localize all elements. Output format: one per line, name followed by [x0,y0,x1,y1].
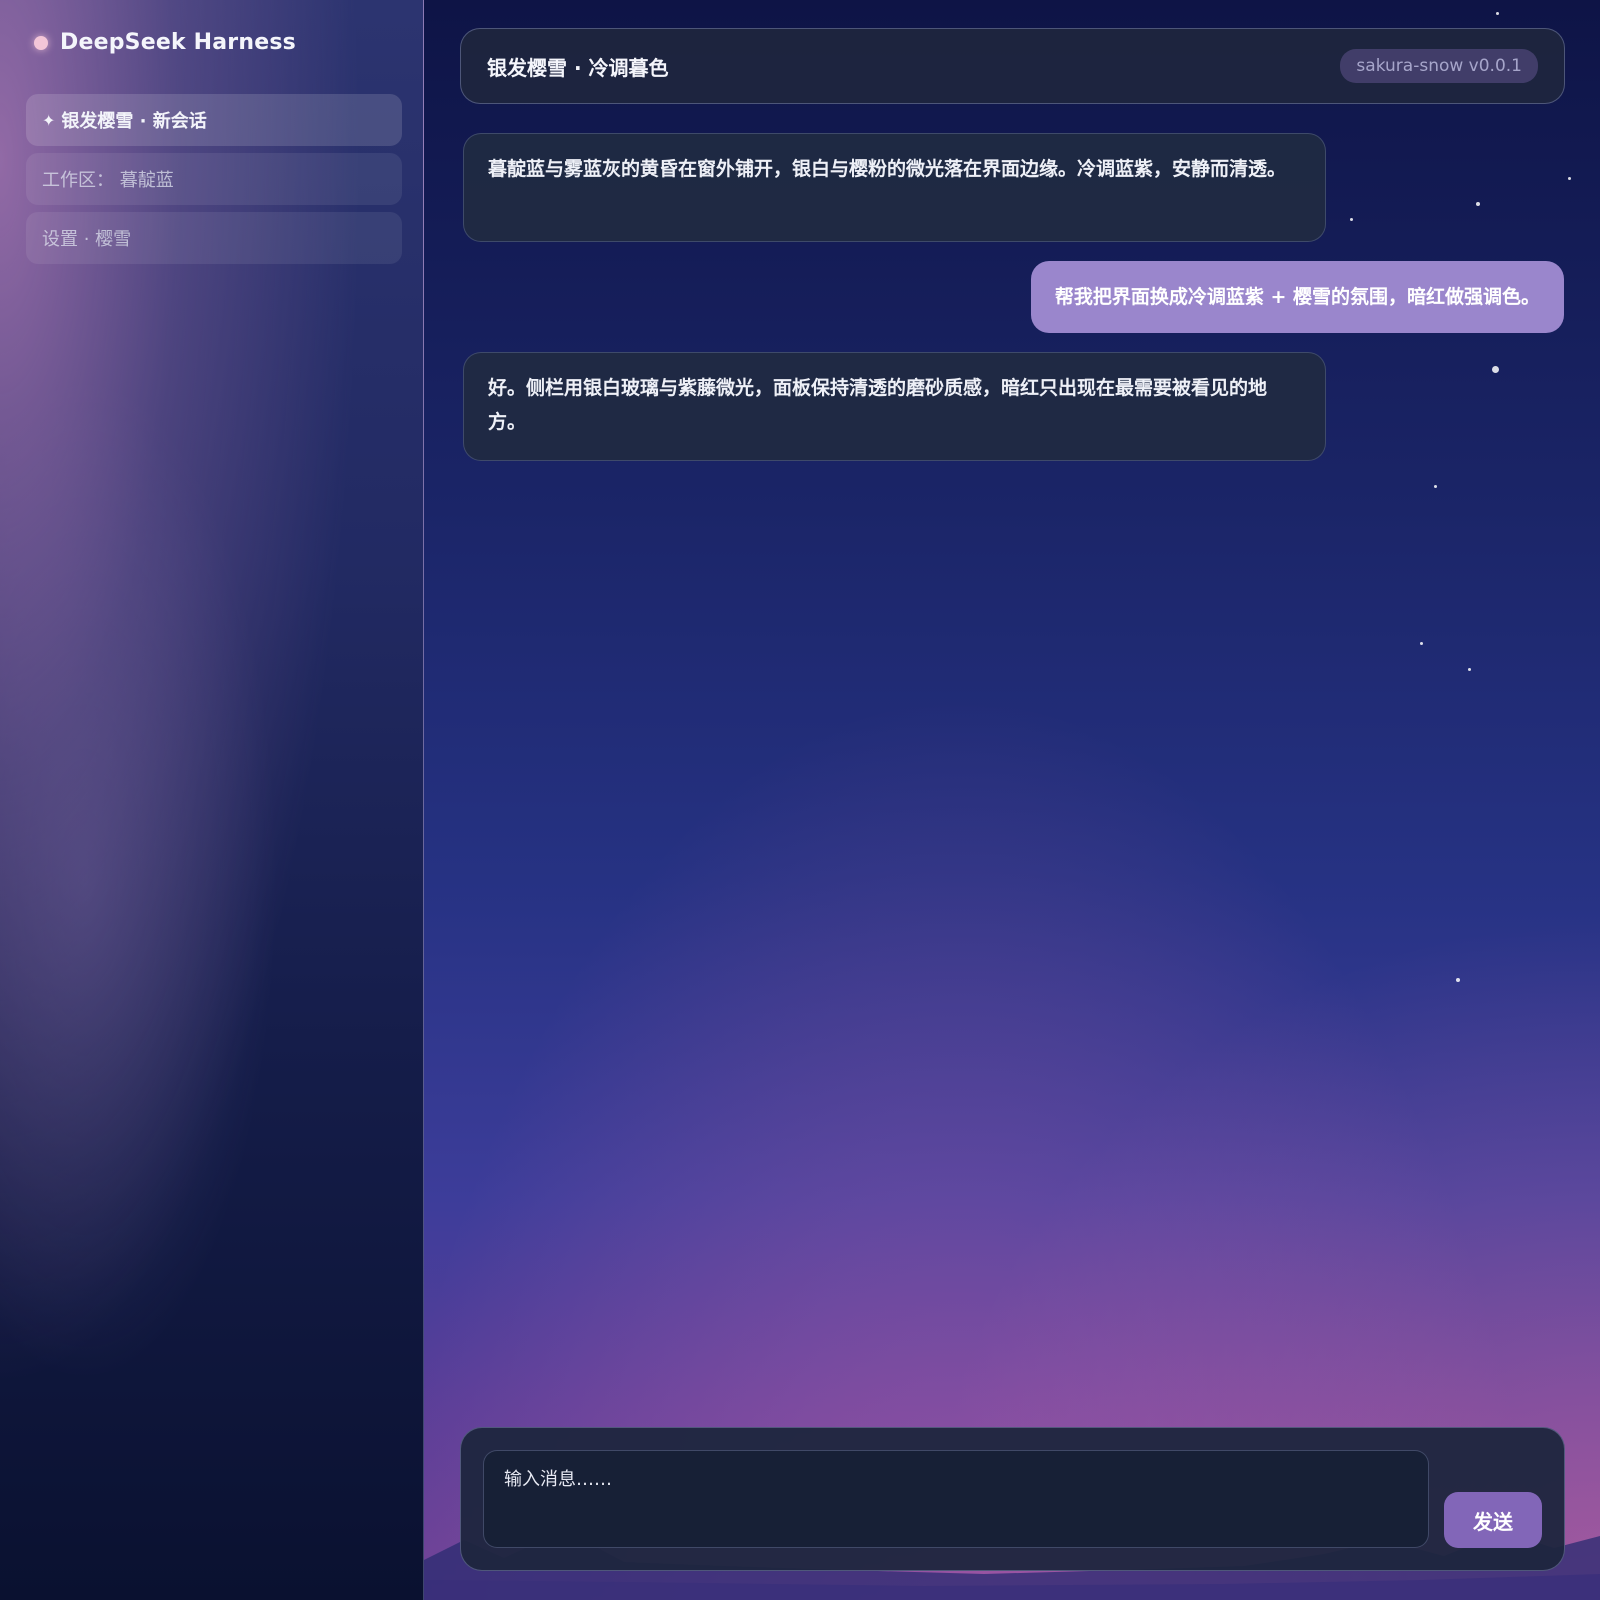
star-decoration [1476,202,1480,206]
sparkle-icon: ✦ [42,110,56,130]
message-composer: 发送 [460,1427,1565,1571]
star-decoration [1496,12,1499,15]
sidebar-item-label: 银发樱雪 · 新会话 [61,111,207,132]
brand-title: DeepSeek Harness [60,30,296,55]
sidebar-item-label: 工作区： 暮靛蓝 [42,170,174,191]
brand: DeepSeek Harness [34,30,296,55]
star-decoration [1492,366,1499,373]
star-decoration [1350,218,1353,221]
page-title: 银发樱雪 · 冷调暮色 [487,55,669,80]
sidebar-nav: ✦ 银发樱雪 · 新会话 工作区： 暮靛蓝 设置 · 樱雪 [26,94,402,271]
star-decoration [1468,668,1471,671]
star-decoration [1420,642,1423,645]
star-decoration [1456,978,1460,982]
sidebar: DeepSeek Harness ✦ 银发樱雪 · 新会话 工作区： 暮靛蓝 设… [0,0,424,1600]
chat-header: 银发樱雪 · 冷调暮色 sakura-snow v0.0.1 [460,28,1565,104]
sidebar-item-new-session[interactable]: ✦ 银发樱雪 · 新会话 [26,94,402,146]
sidebar-item-workspace[interactable]: 工作区： 暮靛蓝 [26,153,402,205]
status-dot-icon [34,35,48,50]
assistant-message: 暮靛蓝与雾蓝灰的黄昏在窗外铺开，银白与樱粉的微光落在界面边缘。冷调蓝紫，安静而清… [463,133,1326,242]
send-button[interactable]: 发送 [1444,1492,1542,1548]
sidebar-item-label: 设置 · 樱雪 [42,229,132,250]
sidebar-item-settings[interactable]: 设置 · 樱雪 [26,212,402,264]
app-window: DeepSeek Harness ✦ 银发樱雪 · 新会话 工作区： 暮靛蓝 设… [0,0,1600,1600]
star-decoration [1568,177,1571,180]
assistant-message: 好。侧栏用银白玻璃与紫藤微光，面板保持清透的磨砂质感，暗红只出现在最需要被看见的… [463,352,1326,461]
star-decoration [1434,485,1437,488]
message-input[interactable] [483,1450,1429,1548]
user-message: 帮我把界面换成冷调蓝紫 + 樱雪的氛围，暗红做强调色。 [1030,261,1564,333]
version-badge: sakura-snow v0.0.1 [1340,49,1538,83]
